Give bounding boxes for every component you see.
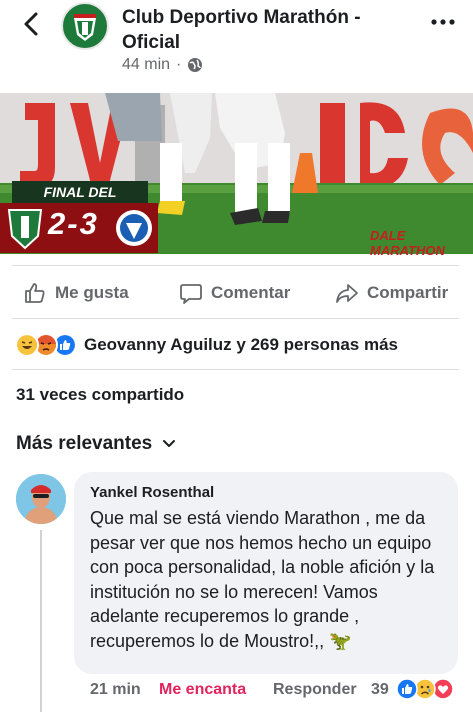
comment-label: Comentar: [211, 283, 291, 302]
reactions-text: Geovanny Aguiluz y 269 personas más: [84, 335, 398, 354]
react-button[interactable]: Me encanta: [159, 681, 246, 699]
comment-button[interactable]: Comentar: [179, 280, 290, 306]
divider: [12, 318, 459, 319]
post-time[interactable]: 44 min: [122, 56, 170, 74]
comment-reaction-count[interactable]: 39: [371, 681, 389, 699]
divider: [12, 265, 459, 266]
home-team-crest-icon: [7, 209, 43, 250]
reactions-summary[interactable]: Geovanny Aguiluz y 269 personas más: [15, 333, 398, 357]
comment-icon: [180, 284, 202, 304]
chevron-down-icon: [163, 440, 176, 447]
thread-line: [40, 530, 42, 712]
comment-reactions[interactable]: [396, 678, 454, 700]
more-options-icon[interactable]: [430, 14, 456, 30]
page-title[interactable]: Club Deportivo Marathón - Oficial: [122, 5, 412, 55]
comment-text: Que mal se está viendo Marathon , me da …: [90, 508, 435, 651]
avatar[interactable]: [16, 474, 66, 524]
meta-separator: ·: [176, 56, 182, 73]
like-label: Me gusta: [55, 283, 129, 302]
globe-icon: [188, 58, 203, 72]
comment-sort-selector[interactable]: Más relevantes: [16, 433, 176, 455]
page-avatar[interactable]: [61, 2, 109, 50]
divider: [12, 369, 459, 370]
comment-time[interactable]: 21 min: [90, 681, 141, 699]
like-button[interactable]: Me gusta: [23, 280, 129, 306]
haha-reaction-icon: [15, 333, 39, 357]
reply-button[interactable]: Responder: [273, 681, 357, 699]
score-banner-title: FINAL DEL PARTIDO: [12, 181, 148, 222]
brand-watermark: DALE MARATHON: [370, 228, 445, 258]
share-button[interactable]: Compartir: [335, 280, 448, 306]
like-reaction-icon: [396, 678, 418, 700]
match-score: 2-3: [48, 206, 99, 241]
thumbs-up-icon: [25, 283, 45, 303]
share-label: Compartir: [367, 283, 449, 302]
comment-author[interactable]: Yankel Rosenthal: [90, 484, 214, 501]
share-arrow-icon: [336, 284, 358, 303]
share-count[interactable]: 31 veces compartido: [16, 385, 184, 405]
sort-label: Más relevantes: [16, 433, 153, 454]
back-arrow-icon[interactable]: [18, 10, 46, 38]
post-meta: 44 min ·: [122, 56, 203, 74]
away-team-crest-icon: [116, 210, 152, 246]
